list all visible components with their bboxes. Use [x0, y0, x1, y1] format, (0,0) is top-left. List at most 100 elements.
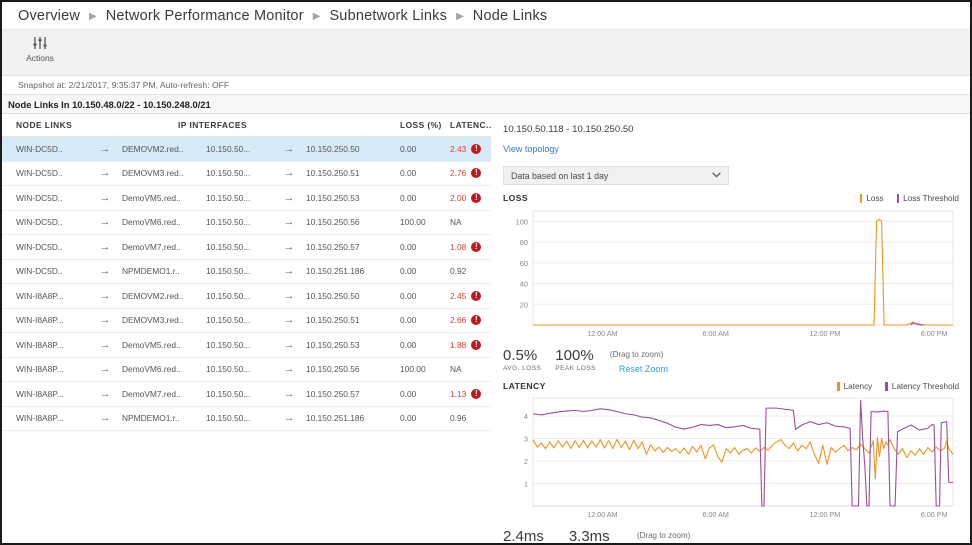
latency-drag-hint: (Drag to zoom) — [637, 531, 695, 540]
table-row[interactable]: WIN-I8A8P...→DemoVM5.red..10.150.50...→1… — [2, 333, 540, 358]
cell-source-ip: 10.150.50... — [206, 161, 272, 186]
legend-swatch-latency — [837, 382, 840, 391]
cell-destination-node: DEMOVM3.red.. — [122, 308, 206, 333]
loss-reset-zoom-link[interactable]: Reset Zoom — [619, 364, 668, 374]
column-sort-indicator[interactable]: ↑ — [206, 114, 272, 137]
svg-text:6:00 PM: 6:00 PM — [921, 329, 948, 338]
cell-source-node: WIN-DC5D.. — [2, 161, 88, 186]
svg-text:12:00 PM: 12:00 PM — [810, 510, 841, 519]
cell-source-ip: 10.150.50... — [206, 308, 272, 333]
table-row[interactable]: WIN-DC5D..→DemoVM7.red..10.150.50...→10.… — [2, 235, 540, 260]
arrow-right-icon: → — [88, 137, 122, 162]
cell-loss: 0.00 — [400, 235, 450, 260]
view-topology-link[interactable]: View topology — [503, 144, 559, 154]
cell-destination-ip: 10.150.251.186 — [306, 259, 400, 284]
cell-loss: 100.00 — [400, 210, 450, 235]
arrow-right-icon: → — [272, 161, 306, 186]
svg-text:6:00 PM: 6:00 PM — [921, 510, 948, 519]
latency-chart[interactable]: 123412:00 AM6:00 AM12:00 PM6:00 PM — [503, 393, 959, 526]
cell-destination-node: DemoVM5.red.. — [122, 186, 206, 211]
cell-source-node: WIN-I8A8P... — [2, 382, 88, 407]
time-range-dropdown[interactable]: Data based on last 1 day — [503, 166, 729, 185]
arrow-right-icon: → — [88, 235, 122, 260]
cell-destination-ip: 10.150.250.51 — [306, 161, 400, 186]
cell-destination-node: DEMOVM3.red.. — [122, 161, 206, 186]
svg-text:3: 3 — [524, 435, 528, 444]
cell-destination-ip: 10.150.250.56 — [306, 210, 400, 235]
cell-destination-ip: 10.150.250.50 — [306, 137, 400, 162]
breadcrumb-item-node-links[interactable]: Node Links — [473, 8, 548, 24]
latency-stats: 2.4ms AVG. LATENCY 3.3ms PEAK LATENCY (D… — [503, 529, 959, 545]
loss-chart[interactable]: 2040608010012:00 AM6:00 AM12:00 PM6:00 P… — [503, 205, 959, 345]
legend-item-latency-threshold: Latency Threshold — [885, 382, 959, 391]
table-row[interactable]: WIN-I8A8P...→DEMOVM2.red..10.150.50...→1… — [2, 284, 540, 309]
arrow-right-icon: → — [272, 186, 306, 211]
cell-loss: 100.00 — [400, 357, 450, 382]
breadcrumb-item-network-performance-monitor[interactable]: Network Performance Monitor — [106, 8, 304, 24]
table-row[interactable]: WIN-DC5D..→DemoVM6.red..10.150.50...→10.… — [2, 210, 540, 235]
loss-zoom-controls: (Drag to zoom) Reset Zoom — [610, 348, 668, 377]
table-row[interactable]: WIN-I8A8P...→DEMOVM3.red..10.150.50...→1… — [2, 308, 540, 333]
cell-source-node: WIN-DC5D.. — [2, 210, 88, 235]
alert-icon — [471, 340, 481, 350]
cell-loss: 0.00 — [400, 137, 450, 162]
cell-destination-ip: 10.150.250.53 — [306, 186, 400, 211]
stat-peak-latency-value: 3.3ms — [569, 529, 623, 545]
breadcrumb-separator-icon: ▶ — [313, 12, 321, 22]
sliders-icon — [32, 34, 48, 51]
stat-peak-loss-label: PEAK LOSS — [555, 365, 596, 372]
cell-source-ip: 10.150.50... — [206, 210, 272, 235]
legend-label-latency-threshold: Latency Threshold — [892, 382, 959, 391]
arrow-right-icon: → — [272, 284, 306, 309]
alert-icon — [471, 389, 481, 399]
stat-avg-latency: 2.4ms AVG. LATENCY — [503, 529, 555, 545]
column-header-loss[interactable]: LOSS (%) — [400, 114, 450, 137]
breadcrumb-item-overview[interactable]: Overview — [18, 8, 80, 24]
chevron-down-icon — [712, 171, 721, 180]
svg-text:20: 20 — [520, 300, 528, 309]
cell-destination-node: NPMDEMO1.r.. — [122, 406, 206, 431]
table-row[interactable]: WIN-I8A8P...→NPMDEMO1.r..10.150.50...→10… — [2, 406, 540, 431]
table-row[interactable]: WIN-I8A8P...→DemoVM7.red..10.150.50...→1… — [2, 382, 540, 407]
table-row[interactable]: WIN-DC5D..→DEMOVM3.red..10.150.50...→10.… — [2, 161, 540, 186]
stat-peak-loss: 100% PEAK LOSS — [555, 348, 596, 372]
cell-destination-node: DEMOVM2.red.. — [122, 137, 206, 162]
loss-chart-header: LOSS Loss Loss Threshold — [503, 193, 959, 203]
table-body: WIN-DC5D..→DEMOVM2.red..10.150.50...→10.… — [2, 137, 540, 431]
cell-loss: 0.00 — [400, 284, 450, 309]
stat-peak-latency: 3.3ms PEAK LATENCY — [569, 529, 623, 545]
snapshot-text: Snapshot at: 2/21/2017, 9:35:37 PM, Auto… — [18, 80, 229, 90]
cell-loss: 0.00 — [400, 333, 450, 358]
actions-button-label: Actions — [26, 53, 54, 63]
snapshot-bar: Snapshot at: 2/21/2017, 9:35:37 PM, Auto… — [2, 75, 970, 94]
table-row[interactable]: WIN-DC5D..→DEMOVM2.red..10.150.50...→10.… — [2, 137, 540, 162]
cell-destination-node: NPMDEMO1.r.. — [122, 259, 206, 284]
breadcrumb-separator-icon: ▶ — [456, 12, 464, 22]
svg-text:6:00 AM: 6:00 AM — [703, 510, 729, 519]
time-range-value: Data based on last 1 day — [511, 171, 608, 181]
legend-label-loss: Loss — [866, 194, 883, 203]
arrow-right-icon: → — [272, 137, 306, 162]
alert-icon — [471, 291, 481, 301]
column-header-node-links[interactable]: NODE LINKS — [2, 114, 88, 137]
cell-destination-node: DemoVM7.red.. — [122, 235, 206, 260]
cell-destination-ip: 10.150.250.57 — [306, 235, 400, 260]
cell-destination-node: DEMOVM2.red.. — [122, 284, 206, 309]
svg-text:1: 1 — [524, 480, 528, 489]
table-row[interactable]: WIN-DC5D..→NPMDEMO1.r..10.150.50...→10.1… — [2, 259, 540, 284]
page-title-bar: Node Links In 10.150.48.0/22 - 10.150.24… — [2, 94, 970, 114]
latency-chart-legend: Latency Latency Threshold — [837, 382, 959, 391]
stat-avg-loss-label: AVG. LOSS — [503, 365, 541, 372]
table-row[interactable]: WIN-DC5D..→DemoVM5.red..10.150.50...→10.… — [2, 186, 540, 211]
table-row[interactable]: WIN-I8A8P...→DemoVM6.red..10.150.50...→1… — [2, 357, 540, 382]
legend-item-latency: Latency — [837, 382, 872, 391]
cell-source-ip: 10.150.50... — [206, 186, 272, 211]
cell-source-ip: 10.150.50... — [206, 284, 272, 309]
breadcrumb-item-subnetwork-links[interactable]: Subnetwork Links — [329, 8, 447, 24]
actions-button[interactable]: Actions — [12, 30, 68, 63]
cell-destination-node: DemoVM7.red.. — [122, 382, 206, 407]
cell-loss: 0.00 — [400, 259, 450, 284]
arrow-right-icon: → — [88, 210, 122, 235]
arrow-right-icon: → — [272, 210, 306, 235]
cell-source-node: WIN-DC5D.. — [2, 235, 88, 260]
